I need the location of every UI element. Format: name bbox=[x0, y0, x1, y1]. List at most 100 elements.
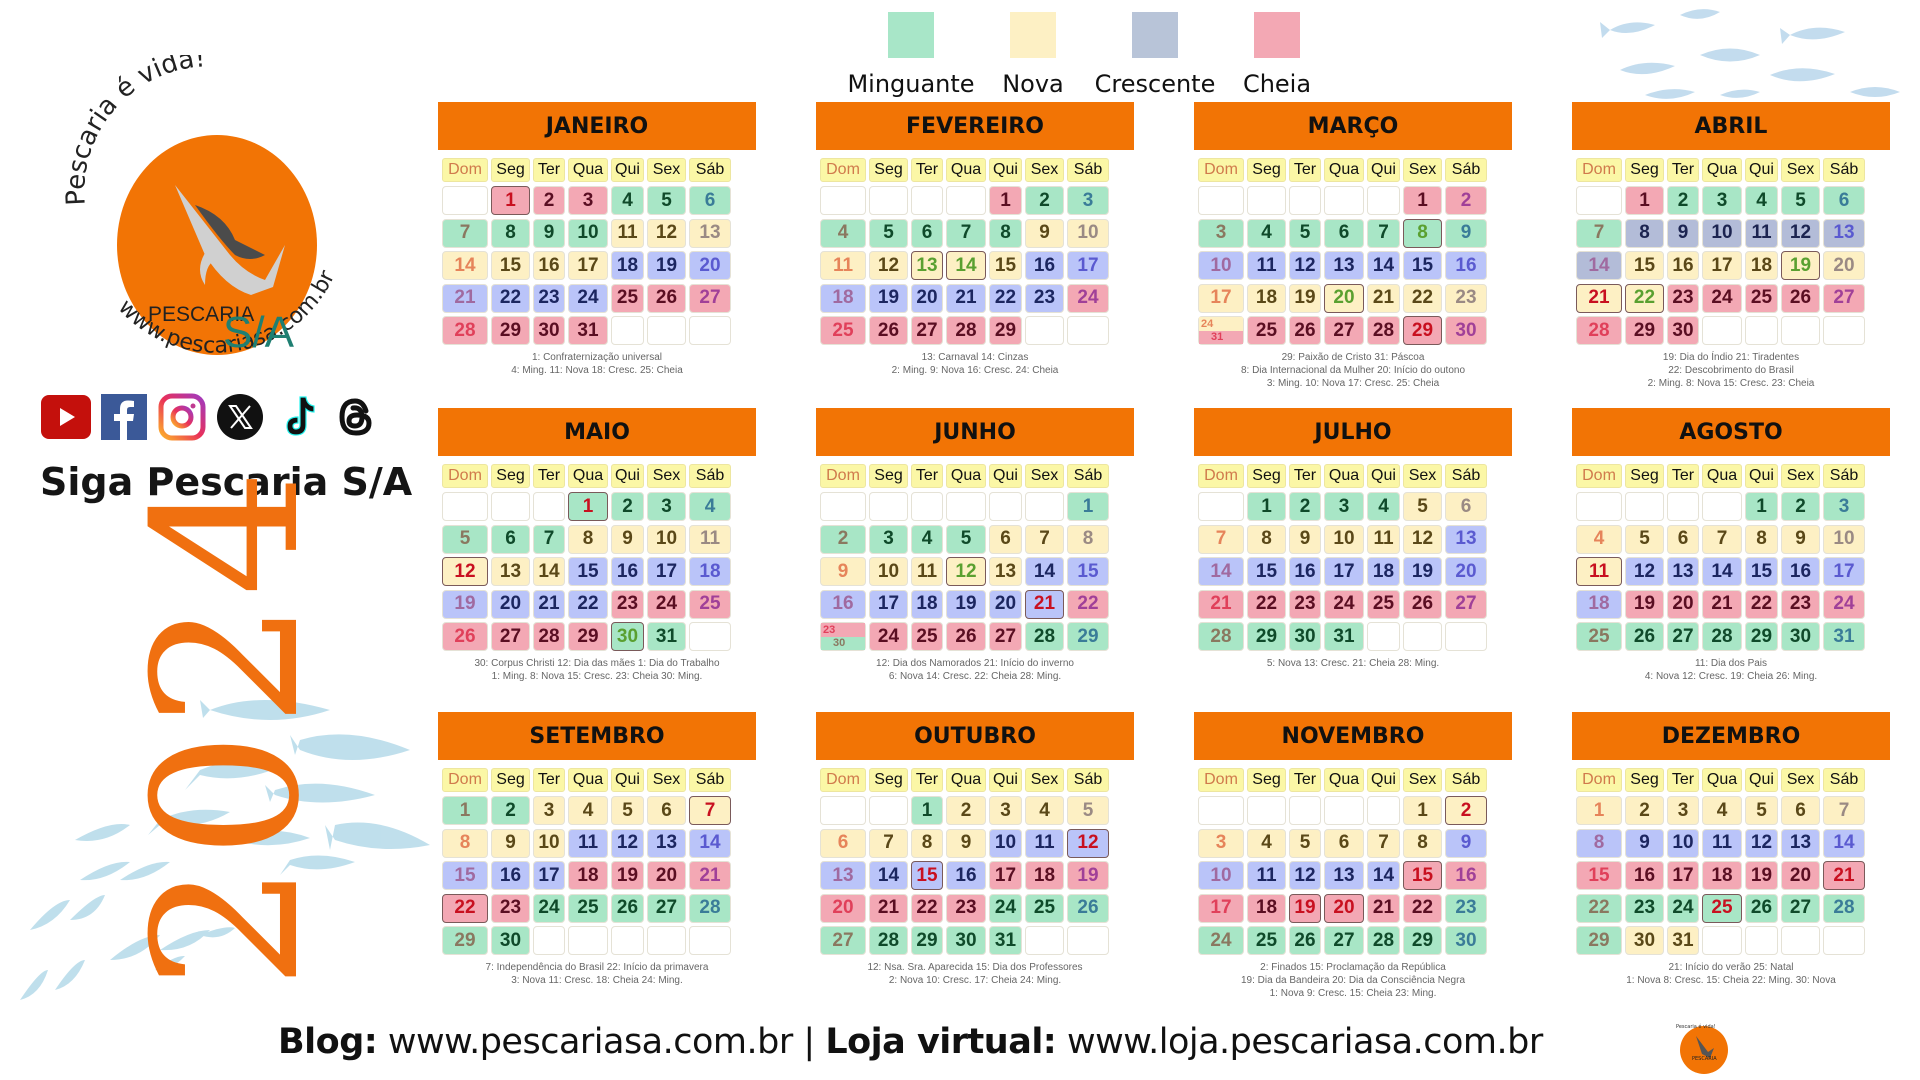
day-cell: 5 bbox=[611, 796, 644, 825]
day-cell: 16 bbox=[820, 589, 866, 619]
empty-day bbox=[1067, 926, 1109, 955]
weekday-header: Sáb bbox=[1445, 464, 1487, 488]
day-cell: 1 bbox=[1403, 796, 1442, 825]
month-grid: Dom Seg Ter Qua Qui Sex Sáb 1 2 3 4 5 6 7 8 9 10 11 12 13 14… bbox=[820, 158, 1130, 349]
day-cell: 25 bbox=[1576, 622, 1622, 651]
day-cell: 24 bbox=[1667, 893, 1699, 923]
x-icon[interactable] bbox=[214, 392, 266, 442]
day-cell: 1 bbox=[1247, 492, 1286, 521]
day-cell: 5 bbox=[1403, 492, 1442, 521]
empty-day bbox=[869, 492, 908, 521]
day-number: 24 bbox=[1199, 317, 1243, 331]
youtube-icon[interactable] bbox=[40, 392, 92, 442]
store-link[interactable]: www.loja.pescariasa.com.br bbox=[1067, 1022, 1543, 1062]
legend-label: Cheia bbox=[1242, 70, 1312, 98]
holiday-day-cell: 15 bbox=[911, 861, 943, 890]
day-cell: 9 bbox=[1445, 828, 1487, 858]
day-cell: 4 bbox=[1367, 492, 1400, 521]
day-cell: 10 bbox=[1667, 828, 1699, 858]
empty-day bbox=[1781, 926, 1820, 955]
weekday-header: Dom bbox=[442, 768, 488, 792]
weekday-header: Dom bbox=[820, 464, 866, 488]
day-cell: 1 bbox=[911, 796, 943, 825]
weekday-header: Ter bbox=[1667, 768, 1699, 792]
note-line: 1: Nova 8: Cresc. 15: Cheia 22: Ming. 30… bbox=[1626, 974, 1836, 986]
month-title: JULHO bbox=[1194, 408, 1512, 456]
day-cell: 11 bbox=[1702, 828, 1742, 858]
empty-day bbox=[911, 492, 943, 521]
month-title: AGOSTO bbox=[1572, 408, 1890, 456]
note-line: 1: Confraternização universal bbox=[531, 351, 663, 363]
day-cell: 2 bbox=[1445, 186, 1487, 215]
holiday-day-cell: 20 bbox=[1324, 283, 1364, 313]
day-cell: 27 bbox=[1324, 316, 1364, 345]
day-cell: 13 bbox=[647, 828, 686, 858]
tiktok-icon[interactable] bbox=[272, 392, 324, 442]
instagram-icon[interactable] bbox=[156, 392, 208, 442]
day-cell: 26 bbox=[1403, 589, 1442, 619]
day-cell: 28 bbox=[1198, 622, 1244, 651]
day-cell: 26 bbox=[1289, 316, 1321, 345]
day-cell: 13 bbox=[1324, 251, 1364, 280]
day-cell: 19 bbox=[1067, 861, 1109, 890]
day-cell: 22 bbox=[911, 893, 943, 923]
day-cell: 22 bbox=[568, 589, 608, 619]
weekday-header: Ter bbox=[911, 768, 943, 792]
day-cell: 19 bbox=[1745, 861, 1778, 890]
day-cell: 9 bbox=[491, 828, 530, 858]
empty-day bbox=[946, 186, 986, 215]
weekday-header: Sex bbox=[1781, 158, 1820, 182]
weekday-header: Seg bbox=[869, 768, 908, 792]
day-cell: 3 bbox=[1324, 492, 1364, 521]
note-line: 22: Descobrimento do Brasil bbox=[1668, 364, 1794, 376]
weekday-header: Dom bbox=[1576, 464, 1622, 488]
day-cell: 23 bbox=[1781, 589, 1820, 619]
day-cell: 12 bbox=[1289, 861, 1321, 890]
day-cell: 15 bbox=[568, 557, 608, 586]
threads-icon[interactable] bbox=[330, 392, 382, 442]
day-cell: 28 bbox=[1702, 622, 1742, 651]
note-line: 3: Nova 11: Cresc. 18: Cheia 24: Ming. bbox=[511, 974, 683, 986]
empty-day bbox=[1198, 796, 1244, 825]
day-cell: 15 bbox=[1247, 557, 1286, 586]
day-cell: 29 bbox=[911, 926, 943, 955]
day-cell: 28 bbox=[533, 622, 565, 651]
day-cell: 1 bbox=[1745, 492, 1778, 521]
day-cell: 27 bbox=[1445, 589, 1487, 619]
holiday-day-cell: 30 bbox=[611, 622, 644, 651]
weekday-header: Qua bbox=[568, 768, 608, 792]
holiday-day-cell: 21 bbox=[1025, 589, 1064, 619]
day-number: 30 bbox=[821, 636, 865, 650]
weekday-header: Sex bbox=[647, 158, 686, 182]
holiday-day-cell: 22 bbox=[442, 893, 488, 923]
weekday-header: Dom bbox=[820, 768, 866, 792]
empty-day bbox=[1025, 316, 1064, 345]
month-notes: 11: Dia dos Pais 4: Nova 12: Cresc. 19: C… bbox=[1572, 657, 1890, 683]
day-cell: 29 bbox=[1745, 622, 1778, 651]
day-cell: 17 bbox=[1667, 861, 1699, 890]
blog-link[interactable]: www.pescariasa.com.br bbox=[388, 1022, 793, 1062]
note-line: 2: Ming. 9: Nova 16: Cresc. 24: Cheia bbox=[891, 364, 1059, 376]
month-abril: ABRIL Dom Seg Ter Qua Qui Sex Sáb 1 2 3 4 5 6 7 8 9 10 11 1… bbox=[1572, 102, 1890, 390]
empty-day bbox=[1745, 926, 1778, 955]
day-cell: 18 bbox=[1247, 283, 1286, 313]
holiday-day-cell: 19 bbox=[1781, 251, 1820, 280]
empty-day bbox=[1823, 316, 1865, 345]
day-cell: 18 bbox=[1702, 861, 1742, 890]
day-cell: 20 bbox=[1667, 589, 1699, 619]
holiday-day-cell: 15 bbox=[1403, 861, 1442, 890]
day-cell: 10 bbox=[533, 828, 565, 858]
day-cell: 15 bbox=[1067, 557, 1109, 586]
empty-day bbox=[1324, 796, 1364, 825]
month-notes: 19: Dia do Índio 21: Tiradentes 22: Desco… bbox=[1572, 351, 1890, 390]
weekday-header: Qui bbox=[989, 158, 1022, 182]
day-cell: 9 bbox=[1667, 218, 1699, 248]
month-fevereiro: FEVEREIRO Dom Seg Ter Qua Qui Sex Sáb 1 2 3 4 5 6 7 8 9 1… bbox=[816, 102, 1134, 377]
weekday-header: Seg bbox=[491, 158, 530, 182]
empty-day bbox=[1289, 796, 1321, 825]
month-notes: 12: Dia dos Namorados 21: Início do inve… bbox=[816, 657, 1134, 683]
note-line: 3: Ming. 10: Nova 17: Cresc. 25: Cheia bbox=[1266, 377, 1440, 389]
facebook-icon[interactable] bbox=[98, 392, 150, 442]
day-cell: 21 bbox=[533, 589, 565, 619]
month-title: NOVEMBRO bbox=[1194, 712, 1512, 760]
